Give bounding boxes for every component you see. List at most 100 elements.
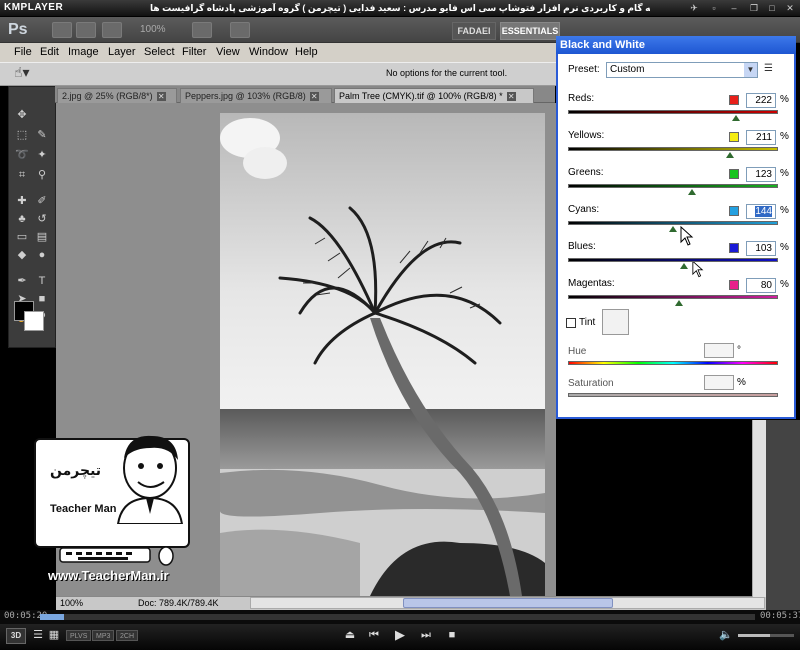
ramp-reds[interactable] <box>568 110 778 114</box>
menu-help[interactable]: Help <box>295 46 318 58</box>
saturation-ramp[interactable] <box>568 393 778 397</box>
value-input-greens[interactable]: 123 <box>746 167 776 182</box>
lasso-tool-icon[interactable]: ➰ <box>14 147 30 163</box>
tool-preset-icon[interactable]: ☝▾ <box>14 64 44 84</box>
blur-tool-icon[interactable]: ◆ <box>14 247 30 263</box>
seek-bar[interactable] <box>40 614 755 620</box>
vertical-scrollbar[interactable] <box>752 420 766 597</box>
hue-ramp[interactable] <box>568 361 778 365</box>
menu-image[interactable]: Image <box>68 46 99 58</box>
status-zoom[interactable]: 100% <box>60 598 83 608</box>
workspace-essentials[interactable]: ESSENTIALS <box>500 22 560 40</box>
value-input-blues[interactable]: 103 <box>746 241 776 256</box>
eyedropper-tool-icon[interactable]: ⚲ <box>34 167 50 183</box>
pen-tool-icon[interactable]: ✒ <box>14 273 30 289</box>
shape-tool-icon[interactable]: ■ <box>34 291 50 307</box>
equalizer-icon[interactable]: ▦ <box>46 627 62 643</box>
screen: KMPLAYER مجموعه آموزشی جامع ، گام به گام… <box>0 0 800 650</box>
next-icon[interactable]: ⏭ <box>418 627 434 643</box>
player-caption: مجموعه آموزشی جامع ، گام به گام و کاربرد… <box>150 3 650 13</box>
chevron-down-icon[interactable]: ▼ <box>744 63 757 77</box>
magic-wand-tool-icon[interactable]: ✦ <box>34 147 50 163</box>
hue-input[interactable] <box>704 343 734 358</box>
slider-thumb-cyans[interactable] <box>669 226 677 232</box>
bridge-icon[interactable] <box>52 22 72 38</box>
tab-2-jpg[interactable]: 2.jpg @ 25% (RGB/8*) ✕ <box>57 88 177 103</box>
brush-tool-icon[interactable]: ✐ <box>34 193 50 209</box>
type-tool-icon[interactable]: T <box>34 273 50 289</box>
menu-filter[interactable]: Filter <box>182 46 206 58</box>
background-color-swatch[interactable] <box>24 311 44 331</box>
tint-color-swatch[interactable] <box>602 309 629 335</box>
playlist-icon[interactable]: ☰ <box>30 627 46 643</box>
menu-layer[interactable]: Layer <box>108 46 136 58</box>
pin-icon[interactable]: ✈ <box>688 3 700 14</box>
3d-mode-button[interactable]: 3D <box>6 628 26 644</box>
tab-label: Peppers.jpg @ 103% (RGB/8) <box>185 91 306 101</box>
dodge-tool-icon[interactable]: ● <box>34 247 50 263</box>
eject-icon[interactable]: ⏏ <box>342 627 358 643</box>
tint-checkbox[interactable] <box>566 318 576 328</box>
menu-select[interactable]: Select <box>144 46 175 58</box>
slider-thumb-reds[interactable] <box>732 115 740 121</box>
ramp-magentas[interactable] <box>568 295 778 299</box>
ramp-yellows[interactable] <box>568 147 778 151</box>
marquee-tool-icon[interactable]: ⬚ <box>14 127 30 143</box>
menu-edit[interactable]: Edit <box>40 46 59 58</box>
restore-icon[interactable]: ❐ <box>748 3 760 14</box>
ramp-cyans[interactable] <box>568 221 778 225</box>
zoom-level-field[interactable]: 100% <box>140 24 166 35</box>
history-brush-tool-icon[interactable]: ↺ <box>34 211 50 227</box>
close-icon[interactable]: ✕ <box>784 3 796 14</box>
screen-mode-icon[interactable] <box>230 22 250 38</box>
arrange-documents-icon[interactable] <box>192 22 212 38</box>
close-tab-icon[interactable]: ✕ <box>506 92 516 101</box>
healing-brush-tool-icon[interactable]: ✚ <box>14 193 30 209</box>
tab-peppers[interactable]: Peppers.jpg @ 103% (RGB/8) ✕ <box>180 88 332 103</box>
skin-icon[interactable]: ▫ <box>708 3 720 14</box>
view-extras-icon[interactable] <box>102 22 122 38</box>
ramp-blues[interactable] <box>568 258 778 262</box>
preset-label: Preset: <box>568 64 600 75</box>
close-tab-icon[interactable]: ✕ <box>309 92 319 101</box>
slider-thumb-blues[interactable] <box>680 263 688 269</box>
move-tool-icon[interactable]: ✥ <box>14 107 30 123</box>
teacher-portrait-icon <box>116 435 184 524</box>
minimize-icon[interactable]: – <box>728 3 740 14</box>
slider-thumb-magentas[interactable] <box>675 300 683 306</box>
dialog-title[interactable]: Black and White <box>556 36 796 54</box>
menu-file[interactable]: File <box>14 46 32 58</box>
menu-view[interactable]: View <box>216 46 240 58</box>
value-input-reds[interactable]: 222 <box>746 93 776 108</box>
eraser-tool-icon[interactable]: ▭ <box>14 229 30 245</box>
percent-unit: % <box>780 131 789 142</box>
ramp-greens[interactable] <box>568 184 778 188</box>
previous-icon[interactable]: ⏮ <box>366 627 382 643</box>
clone-stamp-tool-icon[interactable]: ♣ <box>14 211 30 227</box>
workspace-fadaei[interactable]: FADAEI <box>452 22 496 40</box>
gradient-tool-icon[interactable]: ▤ <box>34 229 50 245</box>
tab-palm-tree[interactable]: Palm Tree (CMYK).tif @ 100% (RGB/8) * ✕ <box>334 88 534 103</box>
saturation-input[interactable] <box>704 375 734 390</box>
preset-select[interactable]: Custom <box>606 62 758 78</box>
value-input-yellows[interactable]: 211 <box>746 130 776 145</box>
play-icon[interactable]: ▶ <box>392 627 408 643</box>
value-input-magentas[interactable]: 80 <box>746 278 776 293</box>
maximize-icon[interactable]: □ <box>766 3 778 14</box>
menu-window[interactable]: Window <box>249 46 288 58</box>
minibridge-icon[interactable] <box>76 22 96 38</box>
value-input-cyans[interactable]: 144 <box>746 204 776 219</box>
slider-thumb-greens[interactable] <box>688 189 696 195</box>
crop-tool-icon[interactable]: ⌗ <box>14 167 30 183</box>
hue-label: Hue <box>568 346 587 357</box>
horizontal-scroll-thumb[interactable] <box>403 598 613 608</box>
quick-select-tool-icon[interactable]: ✎ <box>34 127 50 143</box>
speaker-icon[interactable]: 🔈 <box>718 627 734 643</box>
preset-options-icon[interactable]: ☰ <box>764 63 773 74</box>
swatch-reds <box>729 95 739 105</box>
palm-tree-image[interactable] <box>220 113 545 596</box>
slider-thumb-yellows[interactable] <box>726 152 734 158</box>
player-logo: KMPLAYER <box>4 2 64 13</box>
stop-icon[interactable]: ■ <box>444 627 460 643</box>
close-tab-icon[interactable]: ✕ <box>156 92 166 101</box>
